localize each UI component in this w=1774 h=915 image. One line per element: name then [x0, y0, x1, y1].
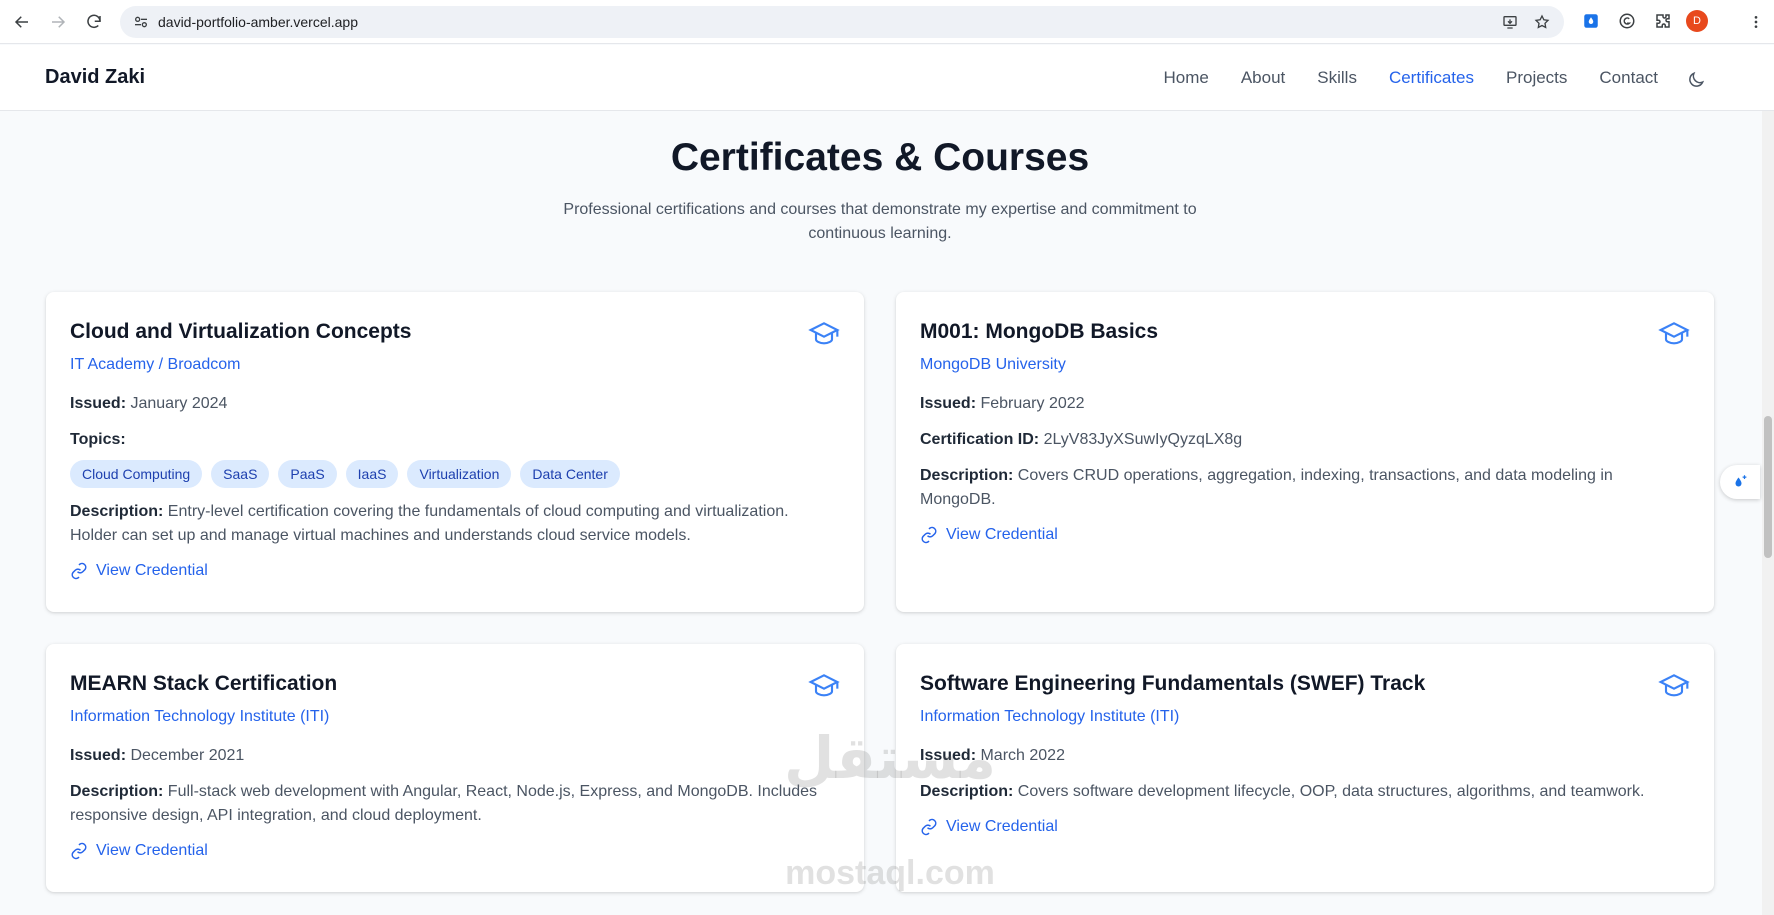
description-row: Description: Entry-level certification c…	[70, 500, 840, 548]
view-credential-link[interactable]: View Credential	[920, 526, 1058, 544]
view-credential-label[interactable]: View Credential	[96, 842, 208, 860]
main-nav: Home About Skills Certificates Projects …	[1163, 68, 1658, 88]
issued-label: Issued:	[920, 395, 977, 412]
site-header: David Zaki Home About Skills Certificate…	[0, 45, 1774, 111]
issued-label: Issued:	[70, 395, 127, 412]
back-icon[interactable]	[8, 8, 36, 36]
section-title: Certificates & Courses	[670, 136, 1090, 179]
certification-id-label: Certification ID:	[920, 431, 1040, 448]
description-label: Description:	[70, 783, 164, 800]
certificate-card: MEARN Stack Certification Information Te…	[46, 644, 864, 892]
extension-drop-icon[interactable]	[1578, 8, 1604, 34]
certificate-card: Software Engineering Fundamentals (SWEF)…	[896, 644, 1714, 892]
issued-value: February 2022	[980, 395, 1085, 412]
topic-chip: IaaS	[345, 460, 399, 488]
certificate-card: M001: MongoDB Basics MongoDB University …	[896, 292, 1714, 612]
extension-grammar-icon[interactable]	[1614, 8, 1640, 34]
view-credential-label[interactable]: View Credential	[96, 562, 208, 580]
kebab-menu-icon[interactable]	[1744, 10, 1768, 34]
issued-value: December 2021	[130, 747, 245, 764]
view-credential-label[interactable]: View Credential	[946, 526, 1058, 544]
scrollbar-thumb[interactable]	[1764, 416, 1772, 558]
profile-avatar[interactable]: D	[1686, 10, 1708, 32]
description-label: Description:	[920, 467, 1014, 484]
extensions-puzzle-icon[interactable]	[1650, 8, 1676, 34]
view-credential-label[interactable]: View Credential	[946, 818, 1058, 836]
issued-row: Issued: March 2022	[920, 744, 1690, 768]
description-text: Covers CRUD operations, aggregation, ind…	[920, 467, 1613, 508]
issued-row: Issued: December 2021	[70, 744, 840, 768]
graduation-cap-icon	[1658, 670, 1690, 702]
description-label: Description:	[70, 503, 164, 520]
description-row: Description: Covers software development…	[920, 780, 1690, 804]
nav-about[interactable]: About	[1241, 68, 1285, 88]
topics-row: Topics:	[70, 428, 840, 452]
description-text: Covers software development lifecycle, O…	[1017, 783, 1645, 800]
site-settings-icon[interactable]	[130, 11, 152, 33]
certificate-issuer: Information Technology Institute (ITI)	[70, 708, 330, 725]
nav-contact[interactable]: Contact	[1599, 68, 1658, 88]
topic-chip: Virtualization	[407, 460, 512, 488]
water-drop-icon	[1735, 475, 1747, 487]
certification-id-value: 2LyV83JyXSuwIyQyzqLX8g	[1043, 431, 1243, 448]
certificate-card: Cloud and Virtualization Concepts IT Aca…	[46, 292, 864, 612]
nav-certificates[interactable]: Certificates	[1389, 68, 1474, 88]
bookmark-star-icon[interactable]	[1530, 10, 1554, 34]
forward-icon[interactable]	[44, 8, 72, 36]
topic-chips: Cloud Computing SaaS PaaS IaaS Virtualiz…	[70, 460, 620, 488]
section-subtitle: Professional certifications and courses …	[563, 201, 1197, 242]
issued-row: Issued: January 2024	[70, 392, 840, 416]
floating-extension-button[interactable]	[1720, 465, 1760, 499]
view-credential-link[interactable]: View Credential	[70, 842, 208, 860]
view-credential-link[interactable]: View Credential	[920, 818, 1058, 836]
topics-label: Topics:	[70, 431, 126, 448]
description-text: Full-stack web development with Angular,…	[70, 783, 818, 824]
graduation-cap-icon	[808, 318, 840, 350]
issued-value: January 2024	[130, 395, 228, 412]
topic-chip: SaaS	[211, 460, 270, 488]
watermark-latin: mostaql.com	[785, 854, 995, 892]
certificate-issuer: IT Academy / Broadcom	[70, 356, 241, 373]
certificate-title: Cloud and Virtualization Concepts	[70, 320, 412, 343]
certificate-title: MEARN Stack Certification	[70, 672, 338, 695]
certificate-issuer: Information Technology Institute (ITI)	[920, 708, 1180, 725]
link-icon	[921, 526, 937, 544]
nav-projects[interactable]: Projects	[1506, 68, 1567, 88]
brand-name[interactable]: David Zaki	[45, 66, 145, 89]
description-row: Description: Full-stack web development …	[70, 780, 840, 828]
link-icon	[71, 842, 87, 860]
certification-id-row: Certification ID: 2LyV83JyXSuwIyQyzqLX8g	[920, 428, 1690, 452]
link-icon	[71, 562, 87, 580]
graduation-cap-icon	[808, 670, 840, 702]
issued-row: Issued: February 2022	[920, 392, 1690, 416]
description-row: Description: Covers CRUD operations, agg…	[920, 464, 1690, 512]
certificate-issuer: MongoDB University	[920, 356, 1066, 373]
link-icon	[921, 818, 937, 836]
certificate-title: M001: MongoDB Basics	[920, 320, 1159, 343]
address-bar[interactable]: david-portfolio-amber.vercel.app	[120, 6, 1564, 38]
description-text: Entry-level certification covering the f…	[70, 503, 789, 544]
certificate-title: Software Engineering Fundamentals (SWEF)…	[920, 672, 1426, 695]
watermark-arabic: مستقل	[783, 726, 997, 791]
issued-label: Issued:	[70, 747, 127, 764]
url-text[interactable]: david-portfolio-amber.vercel.app	[158, 14, 358, 30]
graduation-cap-icon	[1658, 318, 1690, 350]
install-app-icon[interactable]	[1498, 10, 1522, 34]
topic-chip: Cloud Computing	[70, 460, 203, 488]
moon-icon[interactable]	[1683, 67, 1709, 93]
nav-home[interactable]: Home	[1163, 68, 1208, 88]
reload-icon[interactable]	[80, 8, 108, 36]
nav-skills[interactable]: Skills	[1317, 68, 1357, 88]
topic-chip: Data Center	[520, 460, 620, 488]
topic-chip: PaaS	[278, 460, 337, 488]
view-credential-link[interactable]: View Credential	[70, 562, 208, 580]
browser-toolbar: david-portfolio-amber.vercel.app D	[0, 0, 1774, 44]
